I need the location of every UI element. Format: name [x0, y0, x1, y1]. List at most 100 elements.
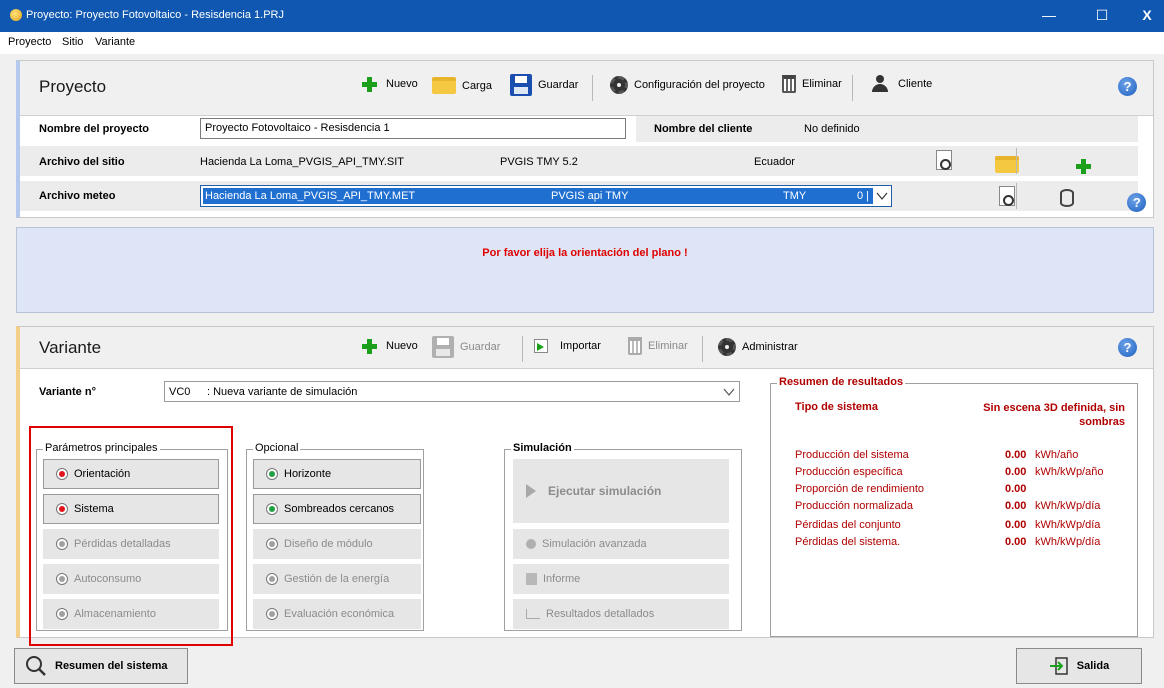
- exit-button[interactable]: Salida: [1016, 648, 1142, 684]
- result-label: Pérdidas del conjunto: [795, 519, 901, 531]
- add-icon: [362, 77, 377, 92]
- result-unit: kWh/kWp/día: [1035, 519, 1101, 531]
- result-label: Pérdidas del sistema.: [795, 536, 901, 548]
- project-new-button[interactable]: Nuevo: [362, 77, 418, 92]
- project-client-button[interactable]: Cliente: [872, 75, 932, 93]
- variant-select[interactable]: VC0 : Nueva variante de simulación: [164, 381, 740, 402]
- folder-icon: [432, 77, 456, 94]
- project-save-button[interactable]: Guardar: [510, 74, 578, 96]
- report-icon: [526, 573, 537, 585]
- variant-manage-label: Administrar: [742, 341, 798, 353]
- trash-icon: [628, 337, 642, 355]
- result-value: 0.00: [1005, 519, 1027, 531]
- system-type-value: Sin escena 3D definida, sin sombras: [983, 402, 1125, 428]
- meteo-file-value: Hacienda La Loma_PVGIS_API_TMY.MET: [205, 190, 416, 202]
- energy-management-button[interactable]: Gestión de la energía: [253, 564, 421, 594]
- meteo-file-select[interactable]: Hacienda La Loma_PVGIS_API_TMY.MET PVGIS…: [200, 185, 892, 207]
- gear-icon: [718, 338, 736, 356]
- results-summary-group: Resumen de resultados Tipo de sistema Si…: [770, 376, 1138, 637]
- app-icon: [10, 9, 22, 21]
- variant-number-label: Variante n°: [39, 386, 96, 398]
- site-file-value: Hacienda La Loma_PVGIS_API_TMY.SIT: [200, 156, 405, 168]
- module-layout-label: Diseño de módulo: [284, 538, 373, 550]
- economic-evaluation-button[interactable]: Evaluación económica: [253, 599, 421, 629]
- project-header: Proyecto Nuevo Carga Guardar Configuraci…: [20, 61, 1153, 116]
- variant-code: VC0: [169, 386, 191, 398]
- detailed-results-button[interactable]: Resultados detallados: [513, 599, 729, 629]
- result-unit: kWh/año: [1035, 449, 1079, 461]
- view-meteo-icon[interactable]: [999, 186, 1016, 206]
- variant-new-label: Nuevo: [386, 340, 418, 352]
- minimize-button[interactable]: —: [1026, 0, 1072, 32]
- view-site-icon[interactable]: [936, 150, 952, 170]
- variant-manage-button[interactable]: Administrar: [718, 338, 798, 356]
- run-simulation-label: Ejecutar simulación: [548, 484, 662, 498]
- advanced-simulation-button[interactable]: Simulación avanzada: [513, 529, 729, 559]
- project-section-title: Proyecto: [39, 77, 107, 96]
- variant-delete-button[interactable]: Eliminar: [628, 337, 688, 355]
- toolbar-separator: [1016, 148, 1017, 174]
- near-shadings-button[interactable]: Sombreados cercanos: [253, 494, 421, 524]
- help-icon[interactable]: ?: [1118, 338, 1137, 357]
- project-config-label: Configuración del proyecto: [634, 79, 765, 91]
- result-label: Proporción de rendimiento: [795, 483, 925, 495]
- result-value: 0.00: [1005, 466, 1027, 478]
- module-layout-button[interactable]: Diseño de módulo: [253, 529, 421, 559]
- maximize-button[interactable]: ☐: [1079, 0, 1125, 32]
- person-icon: [872, 75, 888, 93]
- variant-section-title: Variante: [39, 338, 102, 357]
- economic-evaluation-label: Evaluación económica: [284, 608, 395, 620]
- variant-header: Variante Nuevo Guardar Importar Eliminar…: [20, 327, 1153, 369]
- site-source-value: PVGIS TMY 5.2: [500, 156, 578, 168]
- optional-title: Opcional: [253, 442, 301, 454]
- project-delete-button[interactable]: Eliminar: [782, 75, 842, 93]
- variant-delete-label: Eliminar: [648, 340, 688, 352]
- help-icon[interactable]: ?: [1127, 193, 1147, 212]
- system-summary-button[interactable]: Resumen del sistema: [14, 648, 188, 684]
- toolbar-separator: [522, 336, 523, 362]
- client-name-value: No definido: [804, 123, 860, 135]
- status-gray-icon: [266, 573, 278, 585]
- run-simulation-button[interactable]: Ejecutar simulación: [513, 459, 729, 523]
- optional-group: Opcional Horizonte Sombreados cercanos D…: [246, 442, 424, 631]
- variant-save-button[interactable]: Guardar: [432, 336, 500, 358]
- status-green-icon: [266, 503, 278, 515]
- gear-icon: [610, 76, 628, 94]
- close-button[interactable]: X: [1124, 0, 1164, 32]
- database-icon[interactable]: [1060, 189, 1075, 207]
- toolbar-separator: [1016, 183, 1017, 209]
- result-label: Producción específica: [795, 466, 903, 478]
- system-summary-label: Resumen del sistema: [55, 660, 168, 672]
- menu-proyecto[interactable]: Proyecto: [8, 36, 51, 48]
- menu-sitio[interactable]: Sitio: [62, 36, 83, 48]
- add-icon: [362, 339, 377, 354]
- report-button[interactable]: Informe: [513, 564, 729, 594]
- variant-description: : Nueva variante de simulación: [207, 386, 358, 398]
- near-shadings-label: Sombreados cercanos: [284, 503, 395, 515]
- project-name-input[interactable]: Proyecto Fotovoltaico - Resisdencia 1: [200, 118, 626, 139]
- meteo-type-value: TMY: [783, 190, 807, 202]
- exit-label: Salida: [1076, 660, 1110, 672]
- project-config-button[interactable]: Configuración del proyecto: [610, 76, 765, 94]
- client-name-label: Nombre del cliente: [654, 123, 753, 135]
- variant-new-button[interactable]: Nuevo: [362, 339, 418, 354]
- help-icon[interactable]: ?: [1118, 77, 1137, 96]
- meteo-extra-value: 0 |: [857, 190, 870, 202]
- window-titlebar: Proyecto: Proyecto Fotovoltaico - Resisd…: [0, 0, 1164, 32]
- result-label: Producción del sistema: [795, 449, 909, 461]
- chevron-down-icon: [723, 388, 735, 396]
- horizon-label: Horizonte: [284, 468, 332, 480]
- results-summary-title: Resumen de resultados: [777, 376, 906, 388]
- simulation-title: Simulación: [511, 442, 574, 454]
- toolbar-separator: [592, 75, 593, 101]
- gear-icon: [526, 539, 536, 549]
- horizon-button[interactable]: Horizonte: [253, 459, 421, 489]
- menu-variante[interactable]: Variante: [95, 36, 135, 48]
- advanced-simulation-label: Simulación avanzada: [542, 538, 647, 550]
- import-icon: [534, 339, 548, 353]
- project-load-button[interactable]: Carga: [432, 77, 492, 94]
- variant-import-button[interactable]: Importar: [534, 339, 601, 353]
- chevron-down-icon: [876, 192, 888, 200]
- add-site-icon[interactable]: [1076, 159, 1092, 174]
- menu-bar: Proyecto Sitio Variante: [0, 32, 1164, 54]
